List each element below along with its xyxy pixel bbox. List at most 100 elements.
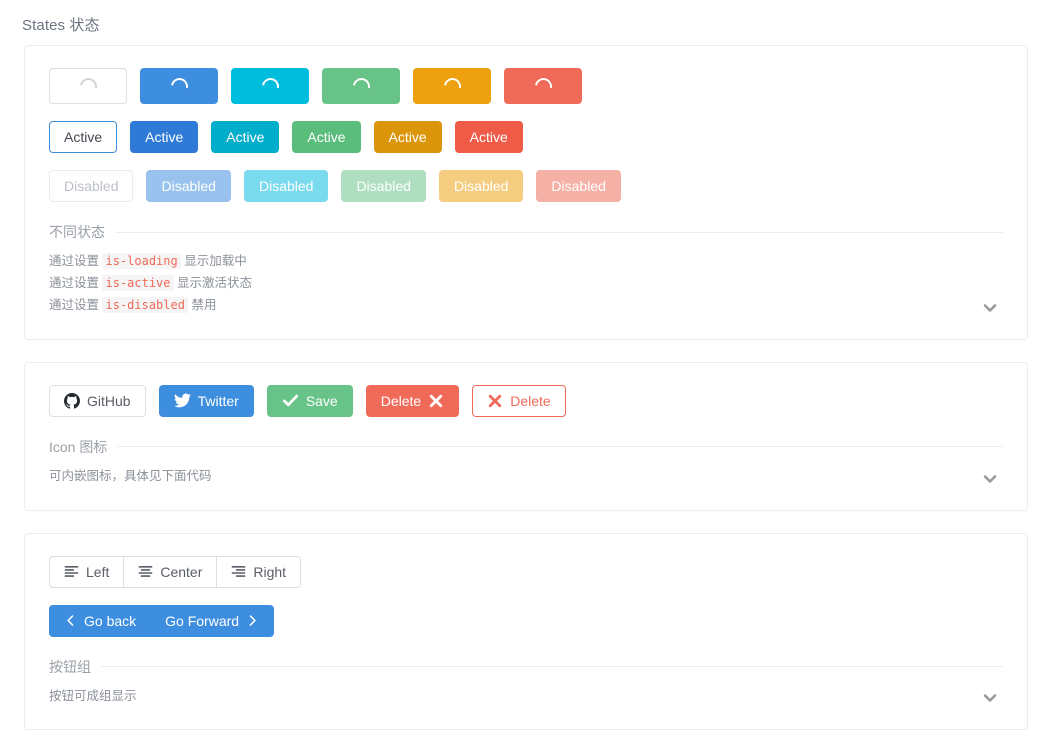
active-button-primary[interactable]: Active [130, 121, 198, 153]
chevron-right-icon [246, 614, 259, 627]
spinner-icon [349, 74, 373, 98]
spinner-icon [440, 74, 464, 98]
align-center-button-label: Center [160, 565, 202, 579]
chevron-down-icon [981, 470, 999, 488]
active-button-default[interactable]: Active [49, 121, 117, 153]
loading-button-warning[interactable] [413, 68, 491, 104]
delete-outline-button-label: Delete [510, 394, 550, 408]
page-title: States 状态 [0, 0, 1052, 45]
states-card-meta: 不同状态 通过设置 is-loading 显示加载中 通过设置 is-activ… [25, 220, 1027, 331]
note-suffix: 显示激活状态 [174, 276, 252, 290]
note-prefix: 通过设置 [49, 298, 102, 312]
nav-group-row: Go back Go Forward [25, 605, 1027, 637]
github-icon [64, 393, 80, 409]
button-group-card: Left Center [24, 533, 1028, 730]
align-button-group: Left Center [49, 556, 301, 588]
disabled-button-primary: Disabled [146, 170, 230, 202]
note-line-active: 通过设置 is-active 显示激活状态 [49, 273, 1003, 295]
align-center-button[interactable]: Center [123, 556, 217, 588]
note-suffix: 禁用 [188, 298, 216, 312]
divider [117, 446, 1003, 447]
icon-expand-toggle[interactable] [979, 468, 1001, 490]
active-button-row: Active Active Active Active Active Activ… [25, 121, 1027, 153]
go-back-button[interactable]: Go back [49, 605, 151, 637]
go-forward-button[interactable]: Go Forward [150, 605, 274, 637]
spinner-icon [258, 74, 282, 98]
align-left-icon [64, 564, 79, 579]
spacer [25, 721, 1027, 729]
github-button-label: GitHub [87, 394, 131, 408]
twitter-button[interactable]: Twitter [159, 385, 254, 417]
code-is-loading: is-loading [102, 253, 180, 269]
twitter-button-label: Twitter [198, 394, 239, 408]
icon-legend-text: Icon 图标 [49, 437, 107, 457]
align-left-button-label: Left [86, 565, 109, 579]
align-left-button[interactable]: Left [49, 556, 124, 588]
button-group-legend: 按钮组 [49, 655, 1003, 677]
icon-notes: 可内嵌图标，具体见下面代码 [49, 457, 1003, 494]
button-group-expand-toggle[interactable] [979, 687, 1001, 709]
loading-button-danger[interactable] [504, 68, 582, 104]
code-is-active: is-active [102, 275, 173, 291]
loading-button-success[interactable] [322, 68, 400, 104]
delete-button[interactable]: Delete [366, 385, 459, 417]
button-group-demo: Left Center [25, 534, 1027, 655]
icon-card: GitHub Twitter Save Delete [24, 362, 1028, 511]
loading-button-primary[interactable] [140, 68, 218, 104]
disabled-button-info: Disabled [244, 170, 328, 202]
disabled-button-default: Disabled [49, 170, 133, 202]
check-icon [282, 392, 299, 409]
loading-button-row [25, 68, 1027, 104]
icon-demo: GitHub Twitter Save Delete [25, 363, 1027, 435]
active-button-info[interactable]: Active [211, 121, 279, 153]
icon-button-row: GitHub Twitter Save Delete [25, 385, 1027, 417]
active-button-success[interactable]: Active [292, 121, 360, 153]
chevron-left-icon [64, 614, 77, 627]
chevron-down-icon [981, 299, 999, 317]
states-card: Active Active Active Active Active Activ… [24, 45, 1028, 340]
note-line-loading: 通过设置 is-loading 显示加载中 [49, 251, 1003, 273]
save-button-label: Save [306, 394, 338, 408]
button-group-note: 按钮可成组显示 [49, 686, 1003, 708]
spinner-icon [76, 74, 100, 98]
states-legend: 不同状态 [49, 220, 1003, 242]
align-right-icon [231, 564, 246, 579]
note-suffix: 显示加载中 [181, 254, 247, 268]
align-right-button[interactable]: Right [216, 556, 301, 588]
note-prefix: 通过设置 [49, 254, 102, 268]
align-right-button-label: Right [253, 565, 286, 579]
disabled-button-success: Disabled [341, 170, 425, 202]
active-button-warning[interactable]: Active [374, 121, 442, 153]
icon-legend: Icon 图标 [49, 435, 1003, 457]
button-group-notes: 按钮可成组显示 [49, 677, 1003, 714]
github-button[interactable]: GitHub [49, 385, 146, 417]
icon-note: 可内嵌图标，具体见下面代码 [49, 466, 1003, 488]
close-icon [428, 393, 444, 409]
go-forward-button-label: Go Forward [165, 614, 239, 628]
states-notes: 通过设置 is-loading 显示加载中 通过设置 is-active 显示激… [49, 242, 1003, 323]
states-legend-text: 不同状态 [49, 222, 105, 242]
loading-button-info[interactable] [231, 68, 309, 104]
spinner-icon [167, 74, 191, 98]
save-button[interactable]: Save [267, 385, 353, 417]
note-prefix: 通过设置 [49, 276, 102, 290]
spacer [25, 331, 1027, 339]
button-group-legend-text: 按钮组 [49, 657, 91, 677]
align-center-icon [138, 564, 153, 579]
divider [101, 666, 1003, 667]
disabled-button-warning: Disabled [439, 170, 523, 202]
loading-button-default[interactable] [49, 68, 127, 104]
states-expand-toggle[interactable] [979, 297, 1001, 319]
code-is-disabled: is-disabled [102, 297, 187, 313]
nav-button-group: Go back Go Forward [49, 605, 274, 637]
page-root: States 状态 Active Active Active Active Ac… [0, 0, 1052, 730]
spacer [25, 502, 1027, 510]
active-button-danger[interactable]: Active [455, 121, 523, 153]
delete-outline-button[interactable]: Delete [472, 385, 565, 417]
align-group-row: Left Center [25, 556, 1027, 588]
delete-button-label: Delete [381, 394, 421, 408]
twitter-icon [174, 392, 191, 409]
divider [115, 232, 1003, 233]
states-demo: Active Active Active Active Active Activ… [25, 46, 1027, 220]
go-back-button-label: Go back [84, 614, 136, 628]
